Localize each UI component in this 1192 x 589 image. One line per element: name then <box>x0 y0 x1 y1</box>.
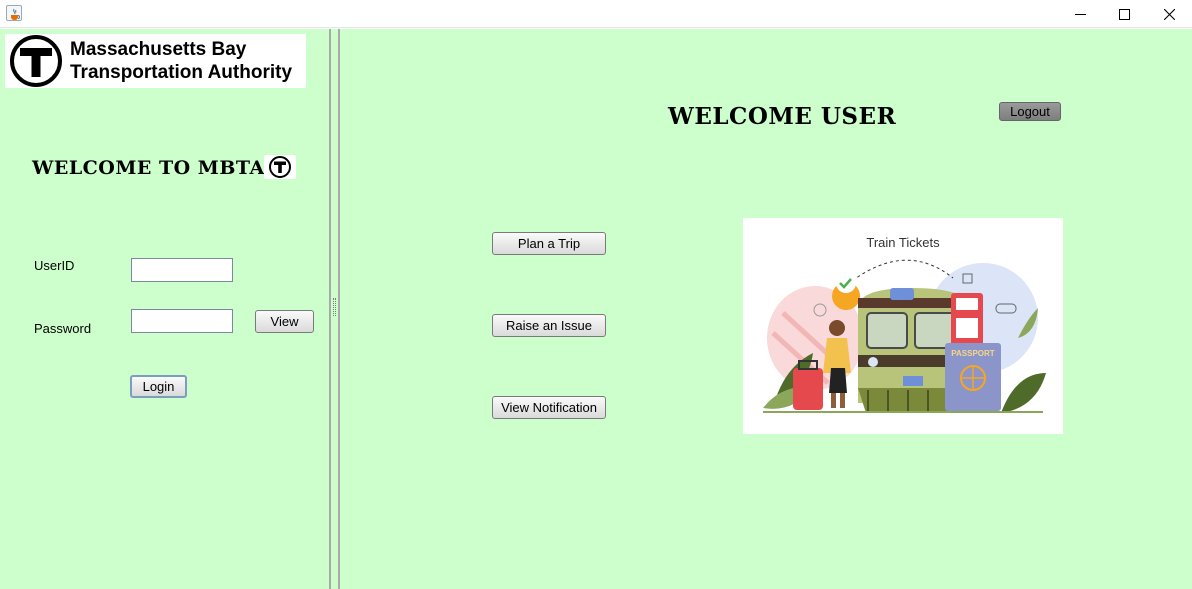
train-tickets-illustration: Train Tickets PASSPORT <box>743 218 1063 434</box>
plan-trip-button[interactable]: Plan a Trip <box>492 232 606 255</box>
maximize-button[interactable] <box>1101 0 1147 28</box>
minimize-button[interactable] <box>1057 0 1103 28</box>
login-button[interactable]: Login <box>130 375 187 398</box>
train-illustration-icon <box>763 259 1046 413</box>
minimize-icon <box>1074 13 1086 15</box>
mbta-t-small-icon <box>269 156 291 178</box>
split-pane-divider[interactable] <box>329 29 340 589</box>
password-label: Password <box>34 321 92 336</box>
view-notification-button[interactable]: View Notification <box>492 396 606 419</box>
maximize-icon <box>1118 8 1130 20</box>
mbta-t-icon <box>10 35 62 87</box>
logout-button[interactable]: Logout <box>999 102 1061 121</box>
dashboard-panel: WELCOME USER Logout Plan a Trip Raise an… <box>340 29 1192 589</box>
close-button[interactable] <box>1146 0 1192 28</box>
raise-issue-button[interactable]: Raise an Issue <box>492 314 606 337</box>
java-cup-icon <box>6 5 22 21</box>
logo-text: Massachusetts Bay Transportation Authori… <box>70 38 292 84</box>
divider-grip-icon[interactable] <box>333 298 336 316</box>
close-icon <box>1163 8 1175 20</box>
welcome-user-heading: WELCOME USER <box>668 103 897 130</box>
logo-line1: Massachusetts Bay <box>70 39 247 60</box>
mbta-logo: Massachusetts Bay Transportation Authori… <box>5 34 306 88</box>
welcome-mbta-heading: WELCOME TO MBTA <box>32 157 265 179</box>
userid-input[interactable] <box>131 258 233 282</box>
view-password-button[interactable]: View <box>255 310 314 333</box>
password-input[interactable] <box>131 309 233 333</box>
window-titlebar <box>0 0 1192 28</box>
passport-label: PASSPORT <box>951 349 995 358</box>
logo-line2: Transportation Authority <box>70 62 293 83</box>
mbta-small-logo <box>264 155 296 179</box>
userid-label: UserID <box>34 258 75 273</box>
